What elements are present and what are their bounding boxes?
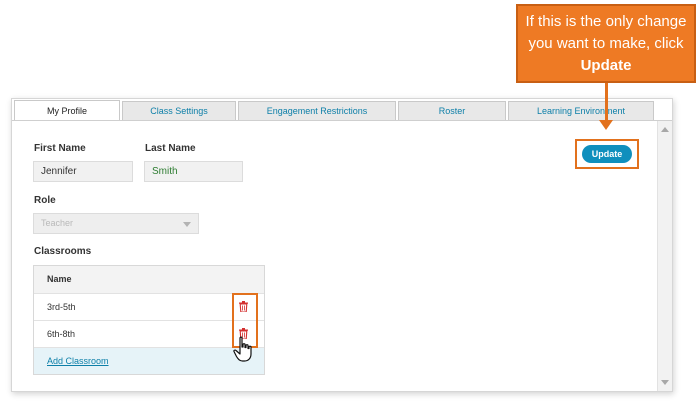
tab-bar: My Profile Class Settings Engagement Res… <box>12 99 672 121</box>
vertical-scrollbar[interactable] <box>657 121 672 391</box>
classroom-name: 3rd-5th <box>47 302 76 312</box>
callout-bold-text: Update <box>580 57 632 74</box>
scroll-up-icon[interactable] <box>661 127 669 132</box>
role-label: Role <box>34 195 56 206</box>
classroom-name: 6th-8th <box>47 329 76 339</box>
first-name-label: First Name <box>34 143 86 154</box>
classrooms-table-header: Name <box>34 266 264 293</box>
add-classroom-row: Add Classroom <box>34 347 264 374</box>
scroll-down-icon[interactable] <box>661 380 669 385</box>
classrooms-label: Classrooms <box>34 246 92 257</box>
first-name-field[interactable]: Jennifer <box>33 161 133 182</box>
tab-roster[interactable]: Roster <box>398 101 506 120</box>
callout-text: If this is the only change you want to m… <box>525 13 687 52</box>
tab-engagement-restrictions[interactable]: Engagement Restrictions <box>238 101 396 120</box>
update-button-highlight <box>575 139 639 169</box>
table-row: 3rd-5th <box>34 293 264 320</box>
add-classroom-link[interactable]: Add Classroom <box>47 356 109 366</box>
last-name-field[interactable]: Smith <box>144 161 243 182</box>
profile-panel: My Profile Class Settings Engagement Res… <box>11 98 673 392</box>
tab-class-settings[interactable]: Class Settings <box>122 101 236 120</box>
classrooms-table: Name 3rd-5th 6th-8th Add Classroom <box>33 265 265 375</box>
tab-divider <box>12 120 672 121</box>
tab-learning-environment[interactable]: Learning Environment <box>508 101 654 120</box>
table-row: 6th-8th <box>34 320 264 347</box>
role-select-value: Teacher <box>41 218 74 228</box>
tab-my-profile[interactable]: My Profile <box>14 100 120 121</box>
hand-cursor-icon <box>233 336 252 362</box>
name-column-header: Name <box>47 274 72 284</box>
instruction-callout: If this is the only change you want to m… <box>516 4 696 83</box>
last-name-label: Last Name <box>145 143 196 154</box>
chevron-down-icon <box>183 222 191 227</box>
role-select[interactable]: Teacher <box>33 213 199 234</box>
callout-arrow-head <box>599 120 613 130</box>
callout-arrow <box>605 83 608 121</box>
